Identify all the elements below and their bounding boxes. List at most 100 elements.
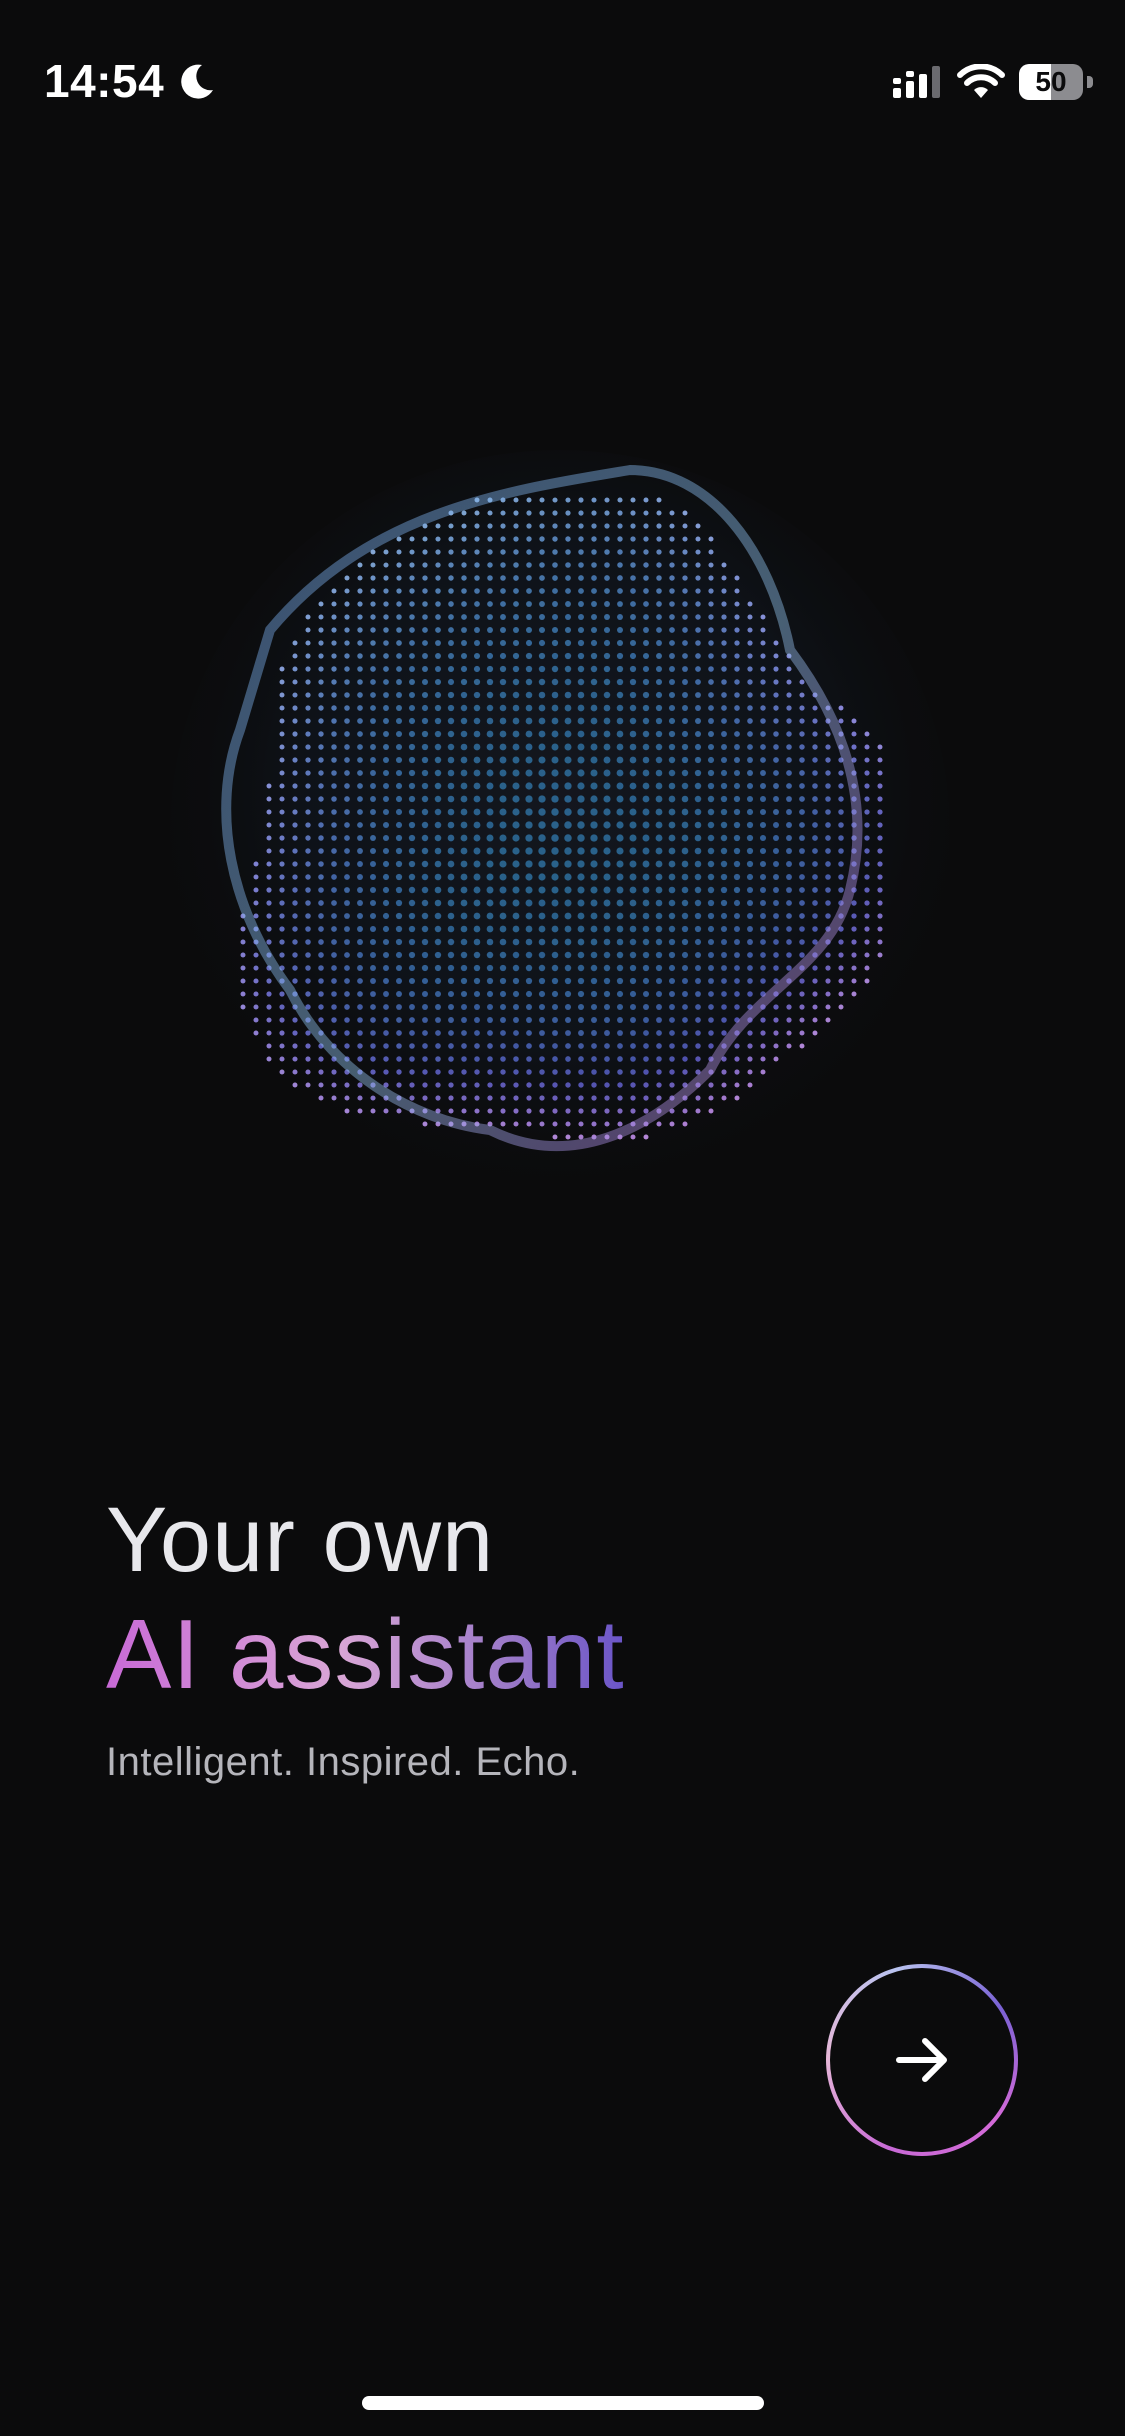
orb-particle [369, 886, 377, 894]
orb-particle [629, 977, 637, 985]
orb-particle [539, 1017, 545, 1023]
orb-particle [669, 588, 675, 594]
orb-particle [746, 834, 754, 842]
orb-particle [396, 1056, 402, 1062]
orb-particle [512, 665, 520, 673]
orb-particle [305, 731, 311, 737]
orb-particle [266, 900, 272, 906]
orb-particle [655, 743, 663, 751]
orb-particle [486, 1003, 494, 1011]
orb-particle [668, 964, 676, 972]
orb-particle [538, 834, 546, 842]
orb-particle [434, 964, 442, 972]
orb-particle [526, 1095, 532, 1101]
orb-particle [344, 679, 350, 685]
orb-particle [682, 679, 688, 685]
orb-particle [604, 536, 610, 542]
orb-particle [305, 1069, 311, 1075]
orb-particle [526, 549, 532, 555]
orb-particle [486, 990, 494, 998]
orb-particle [746, 782, 754, 790]
orb-particle [551, 652, 559, 660]
orb-particle [525, 834, 533, 842]
orb-particle [694, 847, 702, 855]
orb-particle [526, 1043, 532, 1049]
orb-particle [344, 783, 350, 789]
orb-particle [474, 562, 480, 568]
orb-particle [279, 900, 285, 906]
orb-particle [799, 731, 805, 737]
orb-particle [838, 939, 844, 945]
orb-particle [344, 1030, 350, 1036]
orb-particle [838, 952, 844, 958]
orb-particle [552, 562, 558, 568]
orb-particle [421, 860, 429, 868]
orb-particle [669, 614, 675, 620]
orb-particle [461, 536, 467, 542]
orb-particle [591, 1069, 597, 1075]
orb-particle [616, 899, 624, 907]
orb-particle [279, 770, 285, 776]
orb-particle [461, 614, 467, 620]
orb-particle [708, 731, 714, 737]
orb-particle [759, 834, 767, 842]
orb-particle [266, 1004, 272, 1010]
orb-particle [655, 782, 663, 790]
orb-particle [564, 834, 572, 842]
orb-particle [695, 523, 701, 529]
next-button[interactable] [826, 1964, 1018, 2156]
orb-particle [460, 717, 468, 725]
orb-particle [838, 770, 844, 776]
orb-particle [539, 497, 545, 503]
orb-particle [305, 783, 311, 789]
orb-particle [655, 912, 663, 920]
orb-particle [655, 938, 663, 946]
orb-particle [370, 952, 376, 958]
orb-particle [448, 536, 454, 542]
orb-particle [773, 887, 779, 893]
orb-particle [643, 549, 649, 555]
orb-particle [747, 770, 753, 776]
orb-particle [799, 900, 805, 906]
orb-particle [487, 536, 493, 542]
orb-particle [279, 783, 285, 789]
orb-particle [331, 874, 337, 880]
orb-particle [877, 887, 883, 893]
orb-particle [383, 666, 389, 672]
orb-particle [578, 1043, 584, 1049]
home-indicator[interactable] [362, 2396, 764, 2410]
orb-particle [590, 886, 598, 894]
orb-particle [825, 900, 831, 906]
next-button-inner[interactable] [830, 1968, 1014, 2152]
orb-particle [331, 900, 337, 906]
orb-particle [318, 731, 324, 737]
orb-particle [616, 652, 624, 660]
orb-particle [643, 588, 649, 594]
orb-particle [747, 1043, 753, 1049]
orb-particle [331, 796, 337, 802]
orb-particle [408, 912, 416, 920]
orb-particle [344, 614, 350, 620]
orb-particle [838, 887, 844, 893]
orb-particle [344, 653, 350, 659]
orb-particle [461, 1056, 467, 1062]
orb-particle [812, 809, 818, 815]
orb-particle [279, 874, 285, 880]
orb-particle [305, 692, 311, 698]
orb-particle [344, 913, 350, 919]
orb-particle [773, 757, 779, 763]
orb-particle [695, 705, 701, 711]
orb-particle [799, 679, 805, 685]
orb-particle [318, 783, 324, 789]
orb-particle [747, 601, 753, 607]
orb-particle [825, 796, 831, 802]
orb-particle [864, 822, 870, 828]
orb-particle [851, 744, 857, 750]
orb-particle [603, 782, 611, 790]
orb-particle [668, 834, 676, 842]
orb-particle [448, 601, 454, 607]
orb-particle [590, 730, 598, 738]
orb-particle [760, 783, 766, 789]
orb-particle [383, 770, 389, 776]
orb-particle [564, 860, 572, 868]
